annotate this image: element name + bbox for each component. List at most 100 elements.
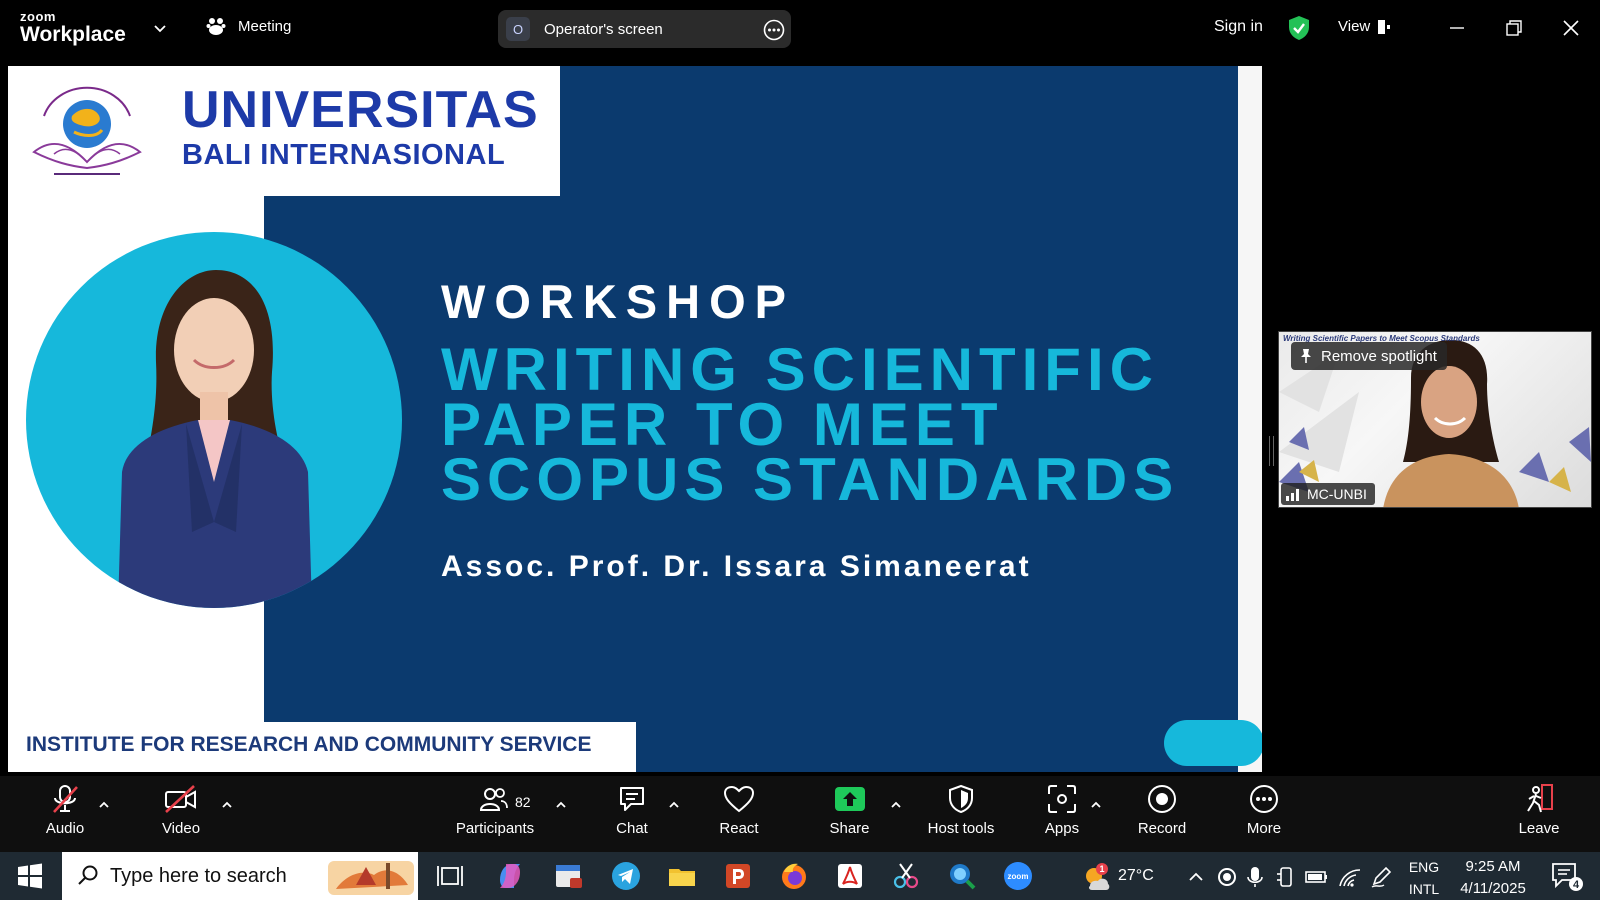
language-indicator[interactable]: ENG INTL [1404, 856, 1444, 900]
share-options-caret-icon[interactable] [889, 798, 903, 812]
video-options-caret-icon[interactable] [220, 798, 234, 812]
sign-in-link[interactable]: Sign in [1214, 18, 1263, 36]
sharer-label: Operator's screen [544, 20, 663, 38]
powerpoint-icon[interactable] [722, 860, 754, 892]
host-tools-label: Host tools [927, 820, 995, 837]
signal-strength-icon [1286, 489, 1299, 501]
institute-name: INSTITUTE FOR RESEARCH AND COMMUNITY SER… [26, 733, 592, 756]
zoom-workplace-logo[interactable]: zoom Workplace [20, 10, 126, 45]
record-label: Record [1137, 820, 1187, 837]
screen-share-indicator[interactable]: O Operator's screen [498, 10, 791, 48]
clock[interactable]: 9:25 AM 4/11/2025 [1452, 856, 1534, 900]
spotlight-video-tile[interactable]: Writing Scientific Papers to Meet Scopus… [1278, 331, 1592, 508]
leave-button[interactable]: Leave [1515, 776, 1563, 852]
speaker-photo [26, 232, 402, 608]
calendar-app-icon[interactable] [552, 860, 584, 892]
restore-icon[interactable] [1500, 14, 1528, 42]
apps-button[interactable]: Apps [1037, 776, 1087, 852]
chat-options-caret-icon[interactable] [667, 798, 681, 812]
tray-microphone-icon[interactable] [1246, 866, 1264, 888]
windows-start-icon[interactable] [14, 860, 46, 892]
panel-resize-handle[interactable] [1269, 436, 1274, 466]
slide-edge [1238, 66, 1262, 772]
react-button[interactable]: React [714, 776, 764, 852]
share-screen-icon [834, 787, 865, 811]
weather-badge-count: 1 [1099, 864, 1104, 874]
view-label: View [1338, 18, 1371, 35]
tray-record-icon[interactable] [1216, 866, 1238, 888]
temperature[interactable]: 27°C [1118, 865, 1154, 887]
participant-name-tag: MC-UNBI [1281, 483, 1375, 505]
audio-button[interactable]: Audio [40, 776, 90, 852]
video-off-icon [165, 785, 196, 813]
workshop-title-line: WRITING SCIENTIFIC [441, 336, 1159, 403]
notifications-icon[interactable]: 4 [1550, 860, 1584, 892]
meeting-menu[interactable]: Meeting [206, 16, 291, 36]
remove-spotlight-button[interactable]: Remove spotlight [1291, 342, 1447, 370]
logo-workplace: Workplace [20, 23, 126, 46]
battery-icon[interactable] [1305, 866, 1329, 888]
task-view-icon[interactable] [434, 860, 466, 892]
host-tools-button[interactable]: Host tools [920, 776, 1002, 852]
more-options-icon[interactable] [763, 19, 785, 41]
security-shield-icon[interactable] [1288, 15, 1310, 41]
file-explorer-icon[interactable] [666, 860, 698, 892]
close-icon[interactable] [1557, 14, 1585, 42]
university-name: UNIVERSITAS [182, 81, 539, 139]
leave-label: Leave [1518, 820, 1560, 837]
pin-icon [1301, 349, 1311, 363]
paw-icon [206, 18, 226, 35]
chevron-down-icon[interactable] [152, 20, 168, 36]
chat-button[interactable]: Chat [612, 776, 652, 852]
speaker-name: Assoc. Prof. Dr. Issara Simaneerat [441, 550, 1032, 583]
minimize-icon[interactable] [1443, 14, 1471, 42]
workshop-title-line: PAPER TO MEET [441, 391, 1004, 458]
view-layout-icon [1378, 19, 1391, 34]
zoom-app-icon[interactable]: zoom [1002, 860, 1034, 892]
heart-icon [723, 785, 755, 813]
weather-sun-icon[interactable]: 1 [1080, 862, 1112, 894]
participants-options-caret-icon[interactable] [554, 798, 568, 812]
video-button[interactable]: Video [156, 776, 206, 852]
svg-text:zoom: zoom [1008, 872, 1029, 881]
tray-device-icon[interactable] [1275, 866, 1297, 888]
view-menu[interactable]: View [1338, 18, 1392, 35]
language-code: ENG [1408, 859, 1440, 875]
participants-label: Participants [455, 820, 535, 837]
share-label: Share [829, 820, 870, 837]
search-app-icon[interactable] [946, 860, 978, 892]
copilot-icon[interactable] [494, 860, 526, 892]
participant-name: MC-UNBI [1307, 486, 1367, 502]
adobe-acrobat-icon[interactable] [834, 860, 866, 892]
search-icon [78, 865, 98, 885]
workshop-title: WRITING SCIENTIFIC PAPER TO MEET SCOPUS … [441, 336, 1179, 510]
wifi-icon[interactable] [1338, 866, 1362, 888]
speaker-portrait-icon [118, 270, 312, 608]
apps-icon [1048, 785, 1076, 813]
university-emblem-icon [32, 86, 142, 175]
logo-zoom: zoom [20, 9, 56, 24]
telegram-icon[interactable] [610, 860, 642, 892]
firefox-icon[interactable] [778, 860, 810, 892]
audio-options-caret-icon[interactable] [97, 798, 111, 812]
clock-time: 9:25 AM [1465, 858, 1521, 875]
apps-label: Apps [1044, 820, 1080, 837]
zoom-window: zoom Workplace Meeting O Operator's scre… [0, 0, 1600, 900]
shared-screen-slide: UNIVERSITAS BALI INTERNASIONAL WORKSHOP … [8, 66, 1262, 772]
keyboard-layout: INTL [1408, 881, 1440, 897]
decorative-pill [1164, 720, 1262, 766]
audio-label: Audio [45, 820, 85, 837]
react-label: React [719, 820, 759, 837]
meeting-toolbar: Audio Video Participants 82 Chat React S… [0, 776, 1600, 852]
more-button[interactable]: More [1240, 776, 1288, 852]
participants-button[interactable]: Participants [450, 776, 540, 852]
pen-icon[interactable] [1370, 866, 1392, 888]
apps-options-caret-icon[interactable] [1089, 798, 1103, 812]
record-button[interactable]: Record [1136, 776, 1188, 852]
show-hidden-icons-icon[interactable] [1186, 867, 1206, 887]
participants-icon [480, 788, 508, 811]
share-button[interactable]: Share [822, 776, 877, 852]
university-subtitle: BALI INTERNASIONAL [182, 139, 506, 171]
taskbar-search-box[interactable]: Type here to search [62, 852, 418, 900]
snipping-tool-icon[interactable] [890, 860, 922, 892]
